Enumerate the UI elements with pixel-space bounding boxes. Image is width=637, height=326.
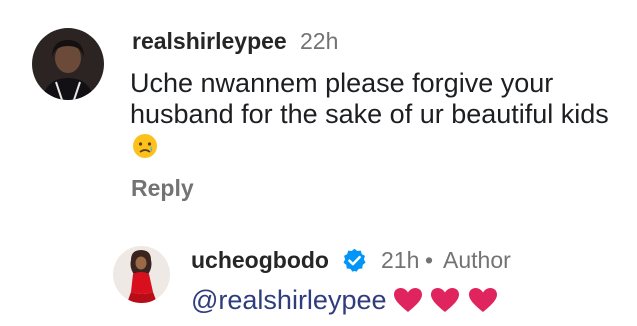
comment-thread: realshirleypee 22h Uche nwannem please f… [0,0,637,326]
crying-face-icon [131,132,159,167]
mention-link[interactable]: @realshirleypee [191,285,387,315]
hearts-group [393,287,498,320]
meta-separator: • [425,247,434,273]
red-heart-icon [468,288,497,312]
author-label: Author [443,247,511,273]
comment-body: Uche nwannem please forgive your husband… [130,68,625,167]
comment-text: Uche nwannem please forgive your husband… [130,68,609,129]
red-heart-icon [431,288,460,312]
reply-body: @realshirleypee [191,285,498,320]
author-avatar[interactable] [113,246,170,303]
red-heart-icon [393,288,422,312]
commenter-avatar[interactable] [32,28,104,100]
author-username[interactable]: ucheogbodo [191,247,329,274]
comment-timestamp: 22h [300,28,339,54]
reply-timestamp: 21h [381,247,420,273]
commenter-username[interactable]: realshirleypee [132,28,287,55]
reply-button[interactable]: Reply [131,175,194,202]
verified-badge-icon [341,247,368,274]
